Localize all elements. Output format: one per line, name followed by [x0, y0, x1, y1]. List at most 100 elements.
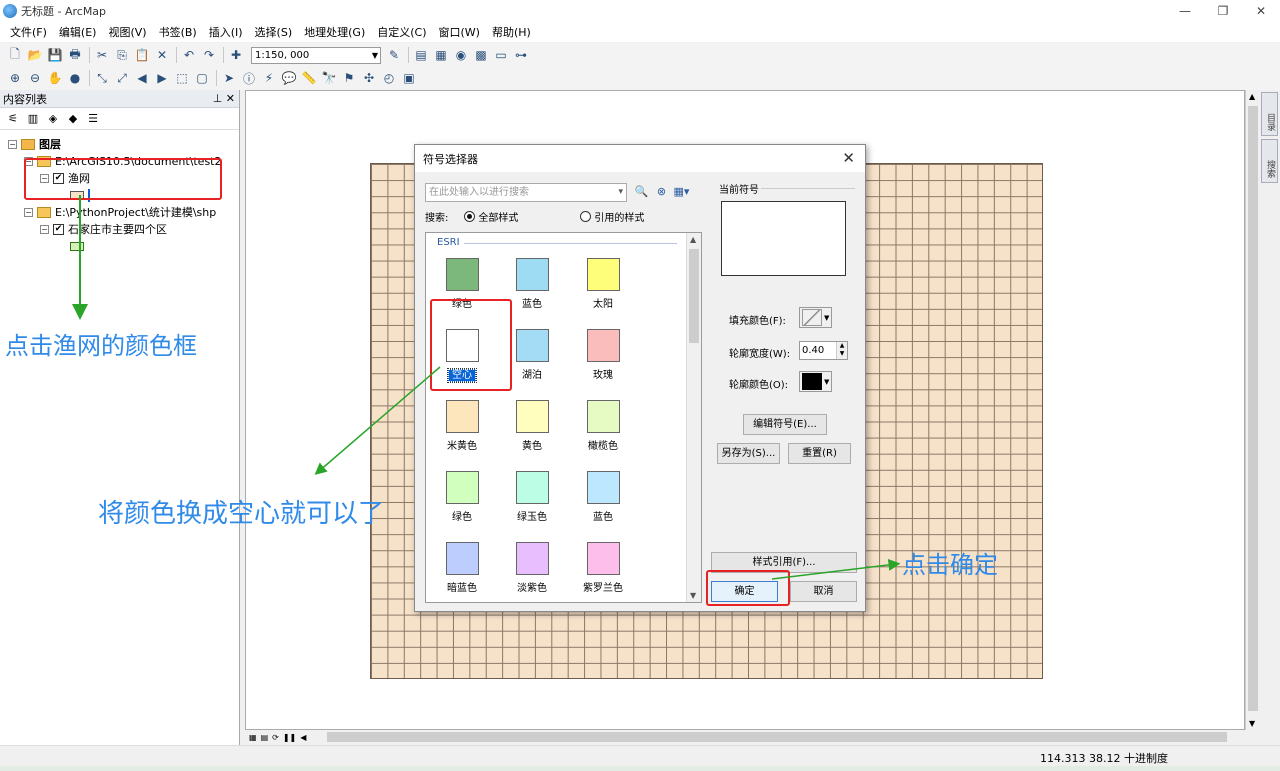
catalog-tab[interactable]: 目录 — [1261, 92, 1278, 136]
minimize-button[interactable]: — — [1166, 0, 1204, 22]
menu-windows[interactable]: 窗口(W) — [433, 24, 486, 40]
save-icon[interactable]: 💾 — [46, 47, 64, 63]
layer-item-districts[interactable]: − ✔ 石家庄市主要四个区 — [40, 221, 167, 237]
menu-selection[interactable]: 选择(S) — [249, 24, 299, 40]
go-to-xy-icon[interactable]: ✣ — [360, 70, 378, 86]
list-by-visibility-icon[interactable]: ◈ — [44, 111, 62, 127]
select-elements-icon[interactable]: ➤ — [220, 70, 238, 86]
search-icon[interactable]: 🔍 — [633, 183, 650, 200]
zoom-in-icon[interactable]: ⊕ — [6, 70, 24, 86]
list-by-source-icon[interactable]: ▥ — [24, 111, 42, 127]
symbol-item[interactable]: 橄榄色 — [578, 400, 628, 460]
map-vertical-scrollbar[interactable]: ▲ ▼ — [1245, 90, 1259, 730]
arctoolbox-icon[interactable]: ▩ — [472, 47, 490, 63]
identify-icon[interactable]: ⓘ — [240, 70, 258, 86]
menu-edit[interactable]: 编辑(E) — [53, 24, 103, 40]
menu-customize[interactable]: 自定义(C) — [371, 24, 432, 40]
fixed-zoom-in-icon[interactable]: ⤡ — [93, 70, 111, 86]
cut-icon[interactable]: ✂ — [93, 47, 111, 63]
menu-file[interactable]: 文件(F) — [4, 24, 53, 40]
list-by-drawing-order-icon[interactable]: ⚟ — [4, 111, 22, 127]
menu-bookmarks[interactable]: 书签(B) — [153, 24, 203, 40]
collapse-icon[interactable]: − — [24, 207, 33, 217]
search-options-icon[interactable]: ⊗ — [653, 183, 670, 200]
find-icon[interactable]: 🔭 — [320, 70, 338, 86]
layout-view-icon[interactable]: ▤ — [261, 733, 269, 742]
reset-button[interactable]: 重置(R) — [788, 443, 851, 464]
scroll-left-icon[interactable]: ◀ — [300, 733, 306, 742]
map-horizontal-scrollbar[interactable]: ▦ ▤ ⟳ ❚❚ ◀ — [245, 730, 1245, 744]
radio-referenced-styles-label[interactable]: 引用的样式 — [594, 209, 644, 224]
scroll-up-icon[interactable]: ▲ — [690, 235, 696, 244]
open-icon[interactable]: 📂 — [26, 47, 44, 63]
toc-options-icon[interactable]: ☰ — [84, 111, 102, 127]
delete-icon[interactable]: ✕ — [153, 47, 171, 63]
html-popup-icon[interactable]: 💬 — [280, 70, 298, 86]
view-mode-icon[interactable]: ▦▾ — [673, 183, 690, 200]
scroll-up-icon[interactable]: ▲ — [1249, 92, 1255, 101]
new-icon[interactable]: 🗋 — [6, 47, 24, 63]
pan-icon[interactable]: ✋ — [46, 70, 64, 86]
data-view-icon[interactable]: ▦ — [249, 733, 257, 742]
symbol-item[interactable]: 太阳 — [578, 258, 628, 318]
close-icon[interactable]: ✕ — [842, 149, 855, 167]
symbol-item[interactable]: 湖泊 — [507, 329, 557, 389]
symbol-item[interactable]: 蓝色 — [578, 471, 628, 531]
symbol-item[interactable]: 玫瑰 — [578, 329, 628, 389]
spinner-arrows-icon[interactable]: ▲ ▼ — [836, 342, 847, 359]
catalog-icon[interactable]: ▦ — [432, 47, 450, 63]
restore-button[interactable]: ❐ — [1204, 0, 1242, 22]
create-viewer-icon[interactable]: ▣ — [400, 70, 418, 86]
fill-color-picker[interactable]: ▼ — [799, 307, 832, 328]
menu-help[interactable]: 帮助(H) — [486, 24, 537, 40]
save-as-button[interactable]: 另存为(S)... — [717, 443, 780, 464]
toc-pin-close-icon[interactable]: ⊥ ✕ — [213, 92, 235, 105]
redo-icon[interactable]: ↷ — [200, 47, 218, 63]
symbol-item[interactable]: 黄色 — [507, 400, 557, 460]
editor-icon[interactable]: ✎ — [385, 47, 403, 63]
symbol-item[interactable]: 紫罗兰色 — [578, 542, 628, 602]
find-route-icon[interactable]: ⚑ — [340, 70, 358, 86]
data-source-folder-2[interactable]: − E:\PythonProject\统计建模\shp — [24, 204, 216, 220]
outline-color-picker[interactable]: ▼ — [799, 371, 832, 392]
edit-symbol-button[interactable]: 编辑符号(E)... — [743, 414, 827, 435]
time-slider-icon[interactable]: ◴ — [380, 70, 398, 86]
map-scale-select[interactable]: 1:150, 000 ▼ — [251, 46, 381, 64]
print-icon[interactable]: 🖶 — [66, 47, 84, 63]
scroll-down-icon[interactable]: ▼ — [1249, 719, 1255, 728]
zoom-out-icon[interactable]: ⊖ — [26, 70, 44, 86]
layer-symbol-swatch[interactable] — [70, 241, 84, 251]
python-window-icon[interactable]: ▭ — [492, 47, 510, 63]
undo-icon[interactable]: ↶ — [180, 47, 198, 63]
layer-visibility-checkbox[interactable]: ✔ — [53, 223, 64, 235]
search-window-icon[interactable]: ◉ — [452, 47, 470, 63]
menu-view[interactable]: 视图(V) — [102, 24, 152, 40]
list-by-selection-icon[interactable]: ◆ — [64, 111, 82, 127]
close-window-button[interactable]: ✕ — [1242, 0, 1280, 22]
table-of-contents-icon[interactable]: ▤ — [412, 47, 430, 63]
fixed-zoom-out-icon[interactable]: ⤢ — [113, 70, 131, 86]
collapse-icon[interactable]: − — [8, 139, 17, 149]
menu-insert[interactable]: 插入(I) — [203, 24, 249, 40]
forward-extent-icon[interactable]: ▶ — [153, 70, 171, 86]
menu-geoprocessing[interactable]: 地理处理(G) — [298, 24, 371, 40]
copy-icon[interactable]: ⎘ — [113, 47, 131, 63]
model-builder-icon[interactable]: ⊶ — [512, 47, 530, 63]
back-extent-icon[interactable]: ◀ — [133, 70, 151, 86]
paste-icon[interactable]: 📋 — [133, 47, 151, 63]
full-extent-icon[interactable]: ● — [66, 70, 84, 86]
scroll-down-icon[interactable]: ▼ — [690, 591, 696, 600]
chevron-down-icon[interactable]: ▾ — [618, 184, 623, 201]
symbol-item[interactable]: 淡紫色 — [507, 542, 557, 602]
select-features-icon[interactable]: ⬚ — [173, 70, 191, 86]
hyperlink-icon[interactable]: ⚡ — [260, 70, 278, 86]
search-tab[interactable]: 搜索 — [1261, 139, 1278, 183]
symbol-item[interactable]: 米黄色 — [437, 400, 487, 460]
outline-width-input[interactable]: 0.40 ▲ ▼ — [799, 341, 848, 360]
radio-referenced-styles[interactable] — [580, 211, 592, 222]
scrollbar-thumb[interactable] — [1248, 106, 1258, 711]
clear-selection-icon[interactable]: ▢ — [193, 70, 211, 86]
symbol-item[interactable]: 绿色 — [437, 471, 487, 531]
pause-drawing-icon[interactable]: ❚❚ — [283, 733, 296, 742]
cancel-button[interactable]: 取消 — [790, 581, 857, 602]
